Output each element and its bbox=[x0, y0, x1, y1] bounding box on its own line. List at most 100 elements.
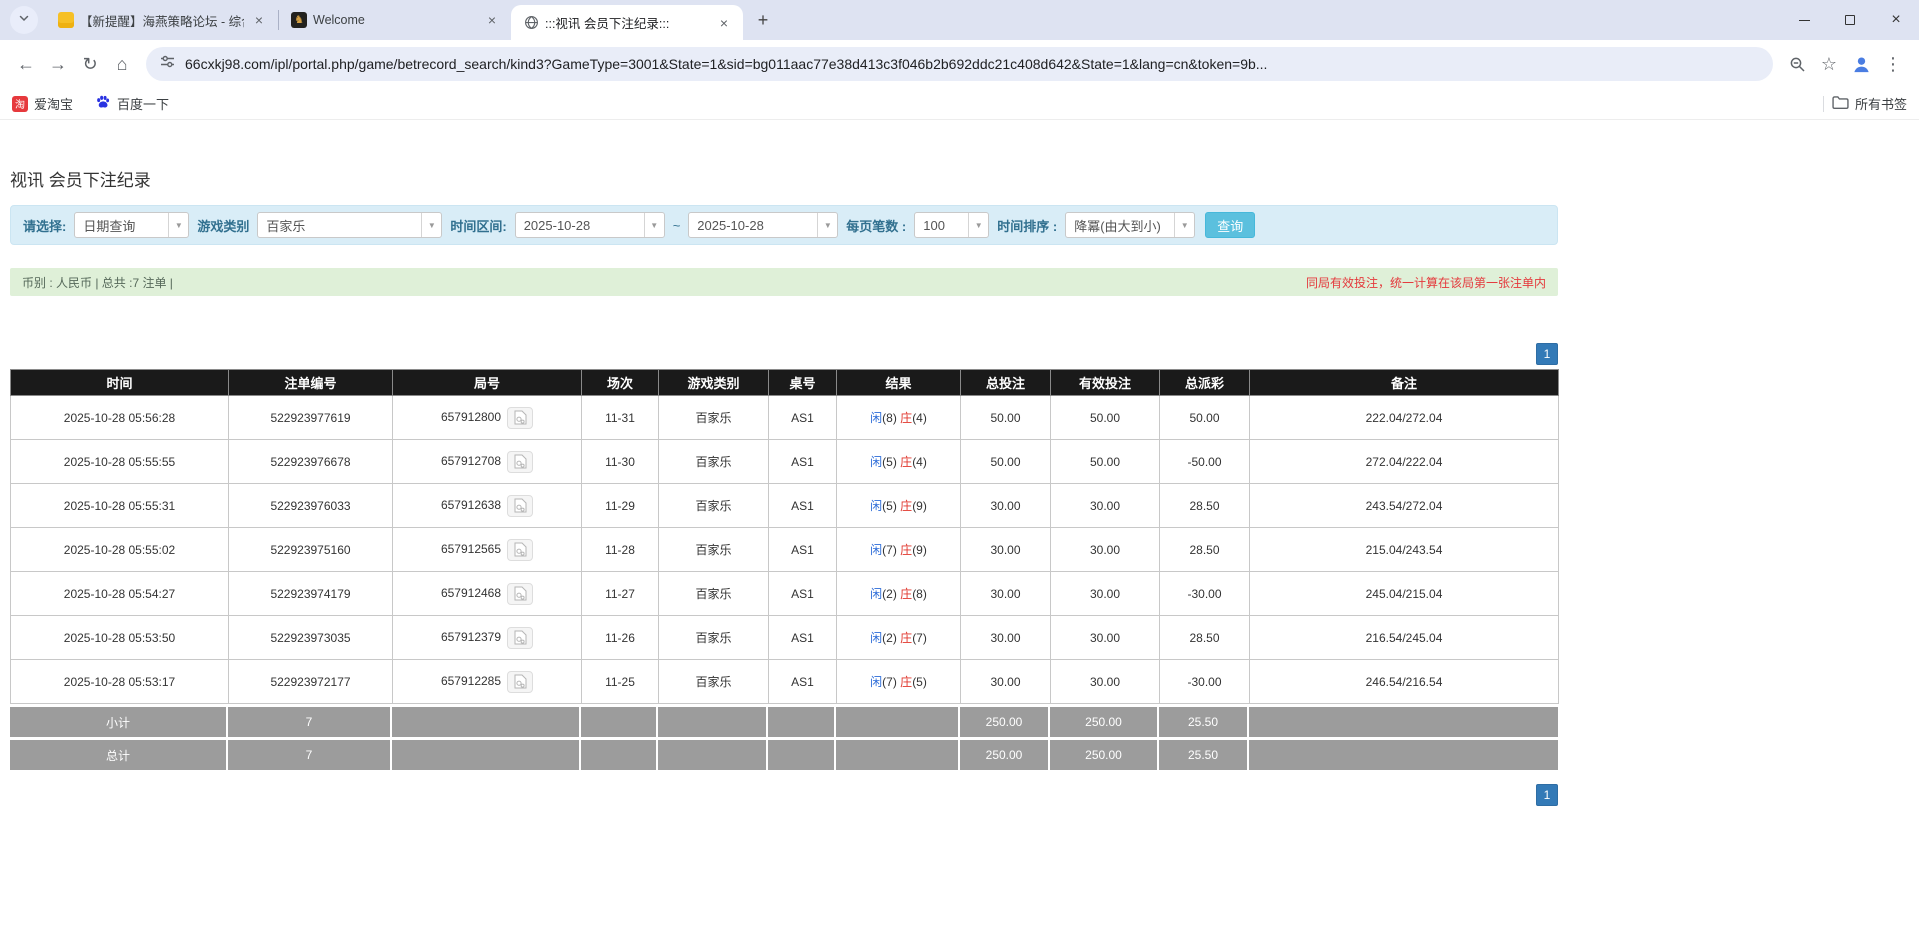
round-video-icon[interactable] bbox=[507, 451, 533, 473]
tab-close-icon[interactable]: × bbox=[483, 11, 501, 29]
valid-bet-cell: 50.00 bbox=[1051, 440, 1160, 484]
back-button[interactable]: ← bbox=[10, 48, 42, 80]
total-bet-cell[interactable]: 30.00 bbox=[961, 616, 1051, 660]
player-score: (2) bbox=[882, 631, 897, 645]
footer-cell: 250.00 bbox=[960, 740, 1048, 770]
footer-cell: 250.00 bbox=[1050, 707, 1157, 737]
payout-cell: 28.50 bbox=[1160, 616, 1250, 660]
round-cell: 657912468 bbox=[393, 572, 582, 616]
game-type-cell: 百家乐 bbox=[659, 660, 769, 704]
result-cell: 闲(8) 庄(4) bbox=[837, 396, 961, 440]
tab-close-icon[interactable]: × bbox=[250, 11, 268, 29]
url-text[interactable]: 66cxkj98.com/ipl/portal.php/game/betreco… bbox=[185, 56, 1267, 72]
select-label: 请选择: bbox=[23, 216, 66, 235]
round-video-icon[interactable] bbox=[507, 495, 533, 517]
home-button[interactable]: ⌂ bbox=[106, 48, 138, 80]
sort-select[interactable]: 降冪(由大到小) ▼ bbox=[1065, 212, 1195, 238]
forward-button[interactable]: → bbox=[42, 48, 74, 80]
remark-cell: 272.04/222.04 bbox=[1250, 440, 1559, 484]
bookmarks-separator bbox=[1823, 96, 1824, 112]
page-content: 视讯 会员下注纪录 请选择: 日期查询 ▼ 游戏类别 百家乐 ▼ 时间区间: 2… bbox=[0, 120, 1919, 806]
date-to-select[interactable]: 2025-10-28 ▼ bbox=[688, 212, 838, 238]
minimize-button[interactable] bbox=[1781, 0, 1827, 40]
total-bet-cell[interactable]: 30.00 bbox=[961, 660, 1051, 704]
maximize-button[interactable] bbox=[1827, 0, 1873, 40]
payout-cell: 28.50 bbox=[1160, 484, 1250, 528]
new-tab-button[interactable]: + bbox=[749, 6, 777, 34]
query-type-select[interactable]: 日期查询 ▼ bbox=[74, 212, 189, 238]
total-bet-cell[interactable]: 30.00 bbox=[961, 572, 1051, 616]
address-bar[interactable]: 66cxkj98.com/ipl/portal.php/game/betreco… bbox=[146, 47, 1773, 81]
menu-dots-icon[interactable]: ⋮ bbox=[1877, 48, 1909, 80]
bookmark-star-icon[interactable]: ☆ bbox=[1813, 48, 1845, 80]
close-window-button[interactable]: × bbox=[1873, 0, 1919, 40]
all-bookmarks-button[interactable]: 所有书签 bbox=[1832, 94, 1907, 113]
tab-bet-records-active[interactable]: :::视讯 会员下注纪录::: × bbox=[511, 5, 743, 40]
profile-avatar[interactable] bbox=[1845, 48, 1877, 80]
game-type-cell: 百家乐 bbox=[659, 528, 769, 572]
page-number-button[interactable]: 1 bbox=[1536, 784, 1558, 806]
site-settings-icon[interactable] bbox=[160, 54, 175, 74]
table-header-row: 时间注单编号局号场次游戏类别桌号结果总投注有效投注总派彩备注 bbox=[11, 370, 1559, 396]
total-bet-cell[interactable]: 30.00 bbox=[961, 484, 1051, 528]
banker-score: (7) bbox=[912, 631, 927, 645]
payout-cell: 50.00 bbox=[1160, 396, 1250, 440]
time-cell: 2025-10-28 05:55:02 bbox=[11, 528, 229, 572]
all-bookmarks-label: 所有书签 bbox=[1855, 94, 1907, 113]
footer-cell: 7 bbox=[228, 707, 390, 737]
reload-button[interactable]: ↻ bbox=[74, 48, 106, 80]
bookmark-taobao[interactable]: 淘 爱淘宝 bbox=[12, 94, 73, 113]
tab-title: :::视讯 会员下注纪录::: bbox=[545, 13, 709, 32]
player-score: (5) bbox=[882, 455, 897, 469]
tab-close-icon[interactable]: × bbox=[715, 14, 733, 32]
game-type-select[interactable]: 百家乐 ▼ bbox=[257, 212, 442, 238]
table-no-cell: AS1 bbox=[769, 528, 837, 572]
page-number-button[interactable]: 1 bbox=[1536, 343, 1558, 365]
player-result: 闲 bbox=[870, 675, 882, 689]
time-cell: 2025-10-28 05:53:50 bbox=[11, 616, 229, 660]
round-video-icon[interactable] bbox=[507, 671, 533, 693]
footer-cell bbox=[1249, 707, 1558, 737]
total-bet-cell[interactable]: 50.00 bbox=[961, 396, 1051, 440]
table-row: 2025-10-28 05:55:31522923976033657912638… bbox=[11, 484, 1559, 528]
game-type-cell: 百家乐 bbox=[659, 396, 769, 440]
banker-result: 庄 bbox=[900, 631, 912, 645]
search-button[interactable]: 查询 bbox=[1205, 212, 1255, 238]
time-cell: 2025-10-28 05:55:55 bbox=[11, 440, 229, 484]
round-video-icon[interactable] bbox=[507, 539, 533, 561]
remark-cell: 216.54/245.04 bbox=[1250, 616, 1559, 660]
footer-cell bbox=[581, 707, 656, 737]
tab-welcome[interactable]: ♞ Welcome × bbox=[279, 0, 511, 40]
payout-cell: -30.00 bbox=[1160, 660, 1250, 704]
browser-toolbar: ← → ↻ ⌂ 66cxkj98.com/ipl/portal.php/game… bbox=[0, 40, 1919, 88]
date-from-select[interactable]: 2025-10-28 ▼ bbox=[515, 212, 665, 238]
query-type-value: 日期查询 bbox=[75, 213, 168, 237]
player-result: 闲 bbox=[870, 455, 882, 469]
payout-cell: 28.50 bbox=[1160, 528, 1250, 572]
valid-bet-cell: 30.00 bbox=[1051, 616, 1160, 660]
bookmark-baidu[interactable]: 百度一下 bbox=[95, 94, 169, 113]
round-video-icon[interactable] bbox=[507, 627, 533, 649]
bookmark-label: 爱淘宝 bbox=[34, 94, 73, 113]
banker-result: 庄 bbox=[900, 499, 912, 513]
bet-id-cell: 522923973035 bbox=[229, 616, 393, 660]
valid-bet-cell: 50.00 bbox=[1051, 396, 1160, 440]
sort-label: 时间排序 : bbox=[997, 216, 1057, 235]
per-page-select[interactable]: 100 ▼ bbox=[914, 212, 989, 238]
round-video-icon[interactable] bbox=[507, 583, 533, 605]
total-bet-cell[interactable]: 50.00 bbox=[961, 440, 1051, 484]
footer-cell bbox=[836, 707, 958, 737]
round-video-icon[interactable] bbox=[507, 407, 533, 429]
player-score: (5) bbox=[882, 499, 897, 513]
round-id: 657912565 bbox=[441, 542, 501, 556]
total-bet-cell[interactable]: 30.00 bbox=[961, 528, 1051, 572]
footer-cell bbox=[836, 740, 958, 770]
round-id: 657912638 bbox=[441, 498, 501, 512]
currency-summary: 币别 : 人民币 | 总共 :7 注单 | bbox=[22, 274, 173, 291]
column-header: 局号 bbox=[393, 370, 582, 396]
bet-id-cell: 522923977619 bbox=[229, 396, 393, 440]
footer-cell: 250.00 bbox=[960, 707, 1048, 737]
zoom-icon[interactable] bbox=[1781, 48, 1813, 80]
tab-search-button[interactable] bbox=[10, 6, 38, 34]
tab-forum[interactable]: 【新提醒】海燕策略论坛 - 综合 × bbox=[46, 0, 278, 40]
